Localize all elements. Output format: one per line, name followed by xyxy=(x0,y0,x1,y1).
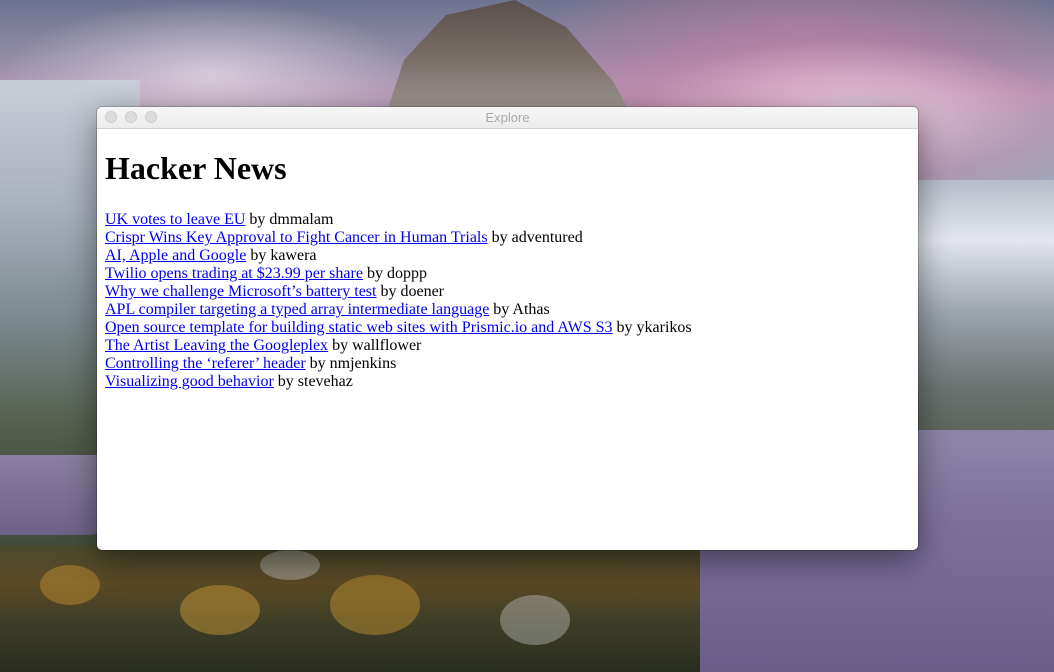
wallpaper-foliage xyxy=(330,575,420,635)
byline-prefix: by xyxy=(616,319,633,336)
window-titlebar[interactable]: Explore xyxy=(97,107,918,129)
byline-prefix: by xyxy=(309,355,326,372)
story-link[interactable]: Open source template for building static… xyxy=(105,319,613,336)
story-link[interactable]: Controlling the ‘referer’ header xyxy=(105,355,306,372)
story-link[interactable]: Why we challenge Microsoft’s battery tes… xyxy=(105,283,376,300)
list-item: Visualizing good behavior by stevehaz xyxy=(105,373,910,391)
list-item: UK votes to leave EU by dmmalam xyxy=(105,211,910,229)
page-title: Hacker News xyxy=(105,150,287,186)
story-link[interactable]: Crispr Wins Key Approval to Fight Cancer… xyxy=(105,229,488,246)
byline-prefix: by xyxy=(493,301,510,318)
wallpaper-snow xyxy=(260,550,320,580)
story-link[interactable]: Visualizing good behavior xyxy=(105,373,274,390)
story-link[interactable]: The Artist Leaving the Googleplex xyxy=(105,337,328,354)
window-title: Explore xyxy=(485,110,530,125)
wallpaper-foliage xyxy=(40,565,100,605)
story-link[interactable]: Twilio opens trading at $23.99 per share xyxy=(105,265,363,282)
browser-window: Explore Hacker News UK votes to leave EU… xyxy=(97,107,918,550)
story-author: doppp xyxy=(386,265,427,282)
story-link[interactable]: APL compiler targeting a typed array int… xyxy=(105,301,489,318)
story-author: dmmalam xyxy=(269,211,334,228)
list-item: Open source template for building static… xyxy=(105,319,910,337)
list-item: Controlling the ‘referer’ header by nmje… xyxy=(105,355,910,373)
page-content: Hacker News UK votes to leave EU by dmma… xyxy=(97,150,918,391)
story-author: adventured xyxy=(511,229,583,246)
byline-prefix: by xyxy=(249,211,266,228)
list-item: The Artist Leaving the Googleplex by wal… xyxy=(105,337,910,355)
list-item: APL compiler targeting a typed array int… xyxy=(105,301,910,319)
byline-prefix: by xyxy=(250,247,267,264)
story-author: stevehaz xyxy=(297,373,353,390)
byline-prefix: by xyxy=(380,283,397,300)
story-author: wallflower xyxy=(352,337,422,354)
byline-prefix: by xyxy=(366,265,383,282)
byline-prefix: by xyxy=(277,373,294,390)
story-author: ykarikos xyxy=(636,319,692,336)
story-author: doener xyxy=(400,283,444,300)
wallpaper-foliage xyxy=(180,585,260,635)
byline-prefix: by xyxy=(332,337,349,354)
list-item: Why we challenge Microsoft’s battery tes… xyxy=(105,283,910,301)
list-item: Twilio opens trading at $23.99 per share… xyxy=(105,265,910,283)
story-author: kawera xyxy=(270,247,317,264)
story-link[interactable]: UK votes to leave EU xyxy=(105,211,245,228)
story-author: nmjenkins xyxy=(329,355,397,372)
wallpaper-forest xyxy=(0,545,700,672)
story-author: Athas xyxy=(512,301,550,318)
story-list: UK votes to leave EU by dmmalam Crispr W… xyxy=(105,211,910,391)
byline-prefix: by xyxy=(491,229,508,246)
list-item: AI, Apple and Google by kawera xyxy=(105,247,910,265)
wallpaper-snow xyxy=(500,595,570,645)
story-link[interactable]: AI, Apple and Google xyxy=(105,247,246,264)
list-item: Crispr Wins Key Approval to Fight Cancer… xyxy=(105,229,910,247)
